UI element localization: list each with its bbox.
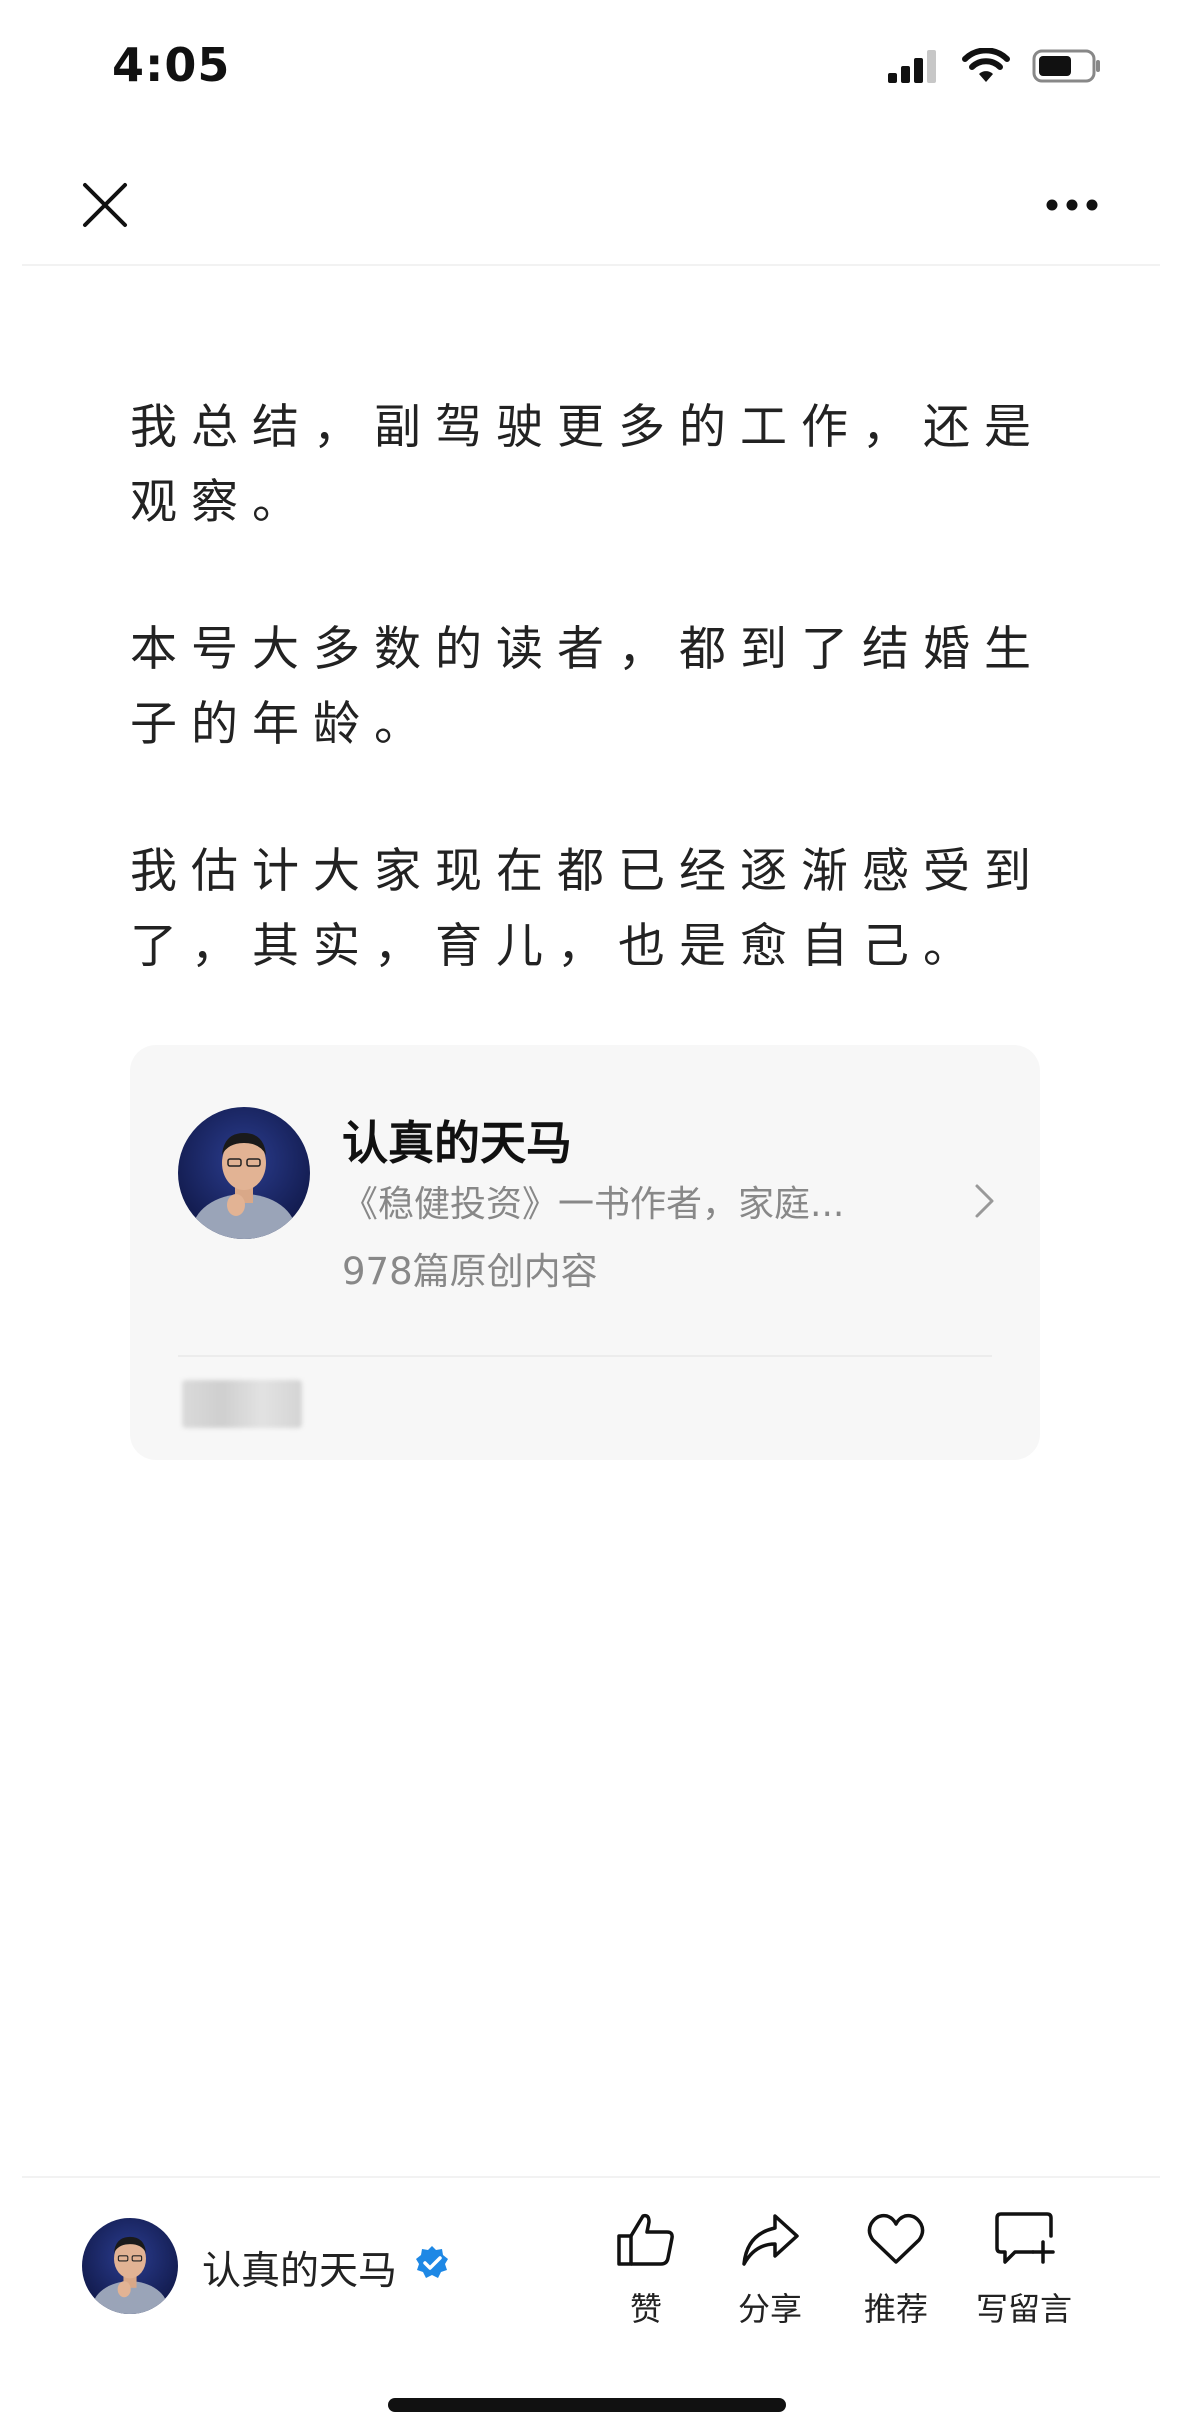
- share-icon: [742, 2214, 799, 2266]
- card-account-name: 认真的天马: [342, 1116, 572, 1170]
- like-label: 赞: [629, 2290, 662, 2328]
- wifi-icon: [962, 47, 1010, 88]
- recommend-button[interactable]: 推荐: [836, 2210, 956, 2330]
- home-indicator[interactable]: [388, 2398, 786, 2412]
- recommend-label: 推荐: [863, 2290, 928, 2328]
- account-profile-card[interactable]: 认真的天马 《稳健投资》一书作者，家庭... 978篇原创内容: [130, 1045, 1040, 1460]
- heart-icon: [867, 2213, 925, 2264]
- verified-badge-icon: [413, 2244, 451, 2286]
- article-paragraph: 我估计大家现在都已经逐渐感受到了，其实，育儿，也是愈自己。: [130, 844, 1045, 974]
- more-icon: [1046, 199, 1098, 211]
- top-nav: [0, 130, 1182, 265]
- write-comment-label: 写留言: [975, 2290, 1072, 2328]
- chevron-right-icon: [974, 1183, 996, 1223]
- thumbs-up-icon: [617, 2213, 674, 2266]
- like-button[interactable]: 赞: [586, 2210, 706, 2330]
- signal-icon: [888, 49, 940, 87]
- comment-add-icon: [995, 2212, 1055, 2264]
- bottom-divider: [22, 2176, 1160, 2178]
- card-article-count: 978篇原创内容: [342, 1250, 598, 1293]
- status-time: 4:05: [112, 38, 231, 92]
- write-comment-button[interactable]: 写留言: [964, 2210, 1084, 2330]
- bottom-action-bar: 认真的天马 赞 分享 推荐 写留言: [0, 2180, 1182, 2350]
- card-divider: [178, 1355, 992, 1357]
- close-button[interactable]: [70, 170, 140, 240]
- more-options-button[interactable]: [1032, 170, 1112, 240]
- article-paragraph: 我总结，副驾驶更多的工作，还是观察。: [130, 400, 1045, 530]
- status-bar: 4:05: [0, 0, 1182, 130]
- article-body: 我总结，副驾驶更多的工作，还是观察。 本号大多数的读者，都到了结婚生子的年龄。 …: [130, 390, 1050, 1056]
- share-button[interactable]: 分享: [710, 2210, 830, 2330]
- share-label: 分享: [737, 2290, 802, 2328]
- author-name[interactable]: 认真的天马: [202, 2240, 397, 2296]
- close-icon: [83, 183, 127, 227]
- author-avatar[interactable]: [82, 2218, 178, 2314]
- status-icons: [888, 47, 1102, 88]
- card-footer-blurred: [182, 1380, 302, 1428]
- battery-icon: [1032, 49, 1102, 87]
- card-avatar: [178, 1107, 310, 1239]
- card-account-description: 《稳健投资》一书作者，家庭...: [342, 1184, 845, 1225]
- nav-divider: [22, 264, 1160, 266]
- article-paragraph: 本号大多数的读者，都到了结婚生子的年龄。: [130, 622, 1045, 752]
